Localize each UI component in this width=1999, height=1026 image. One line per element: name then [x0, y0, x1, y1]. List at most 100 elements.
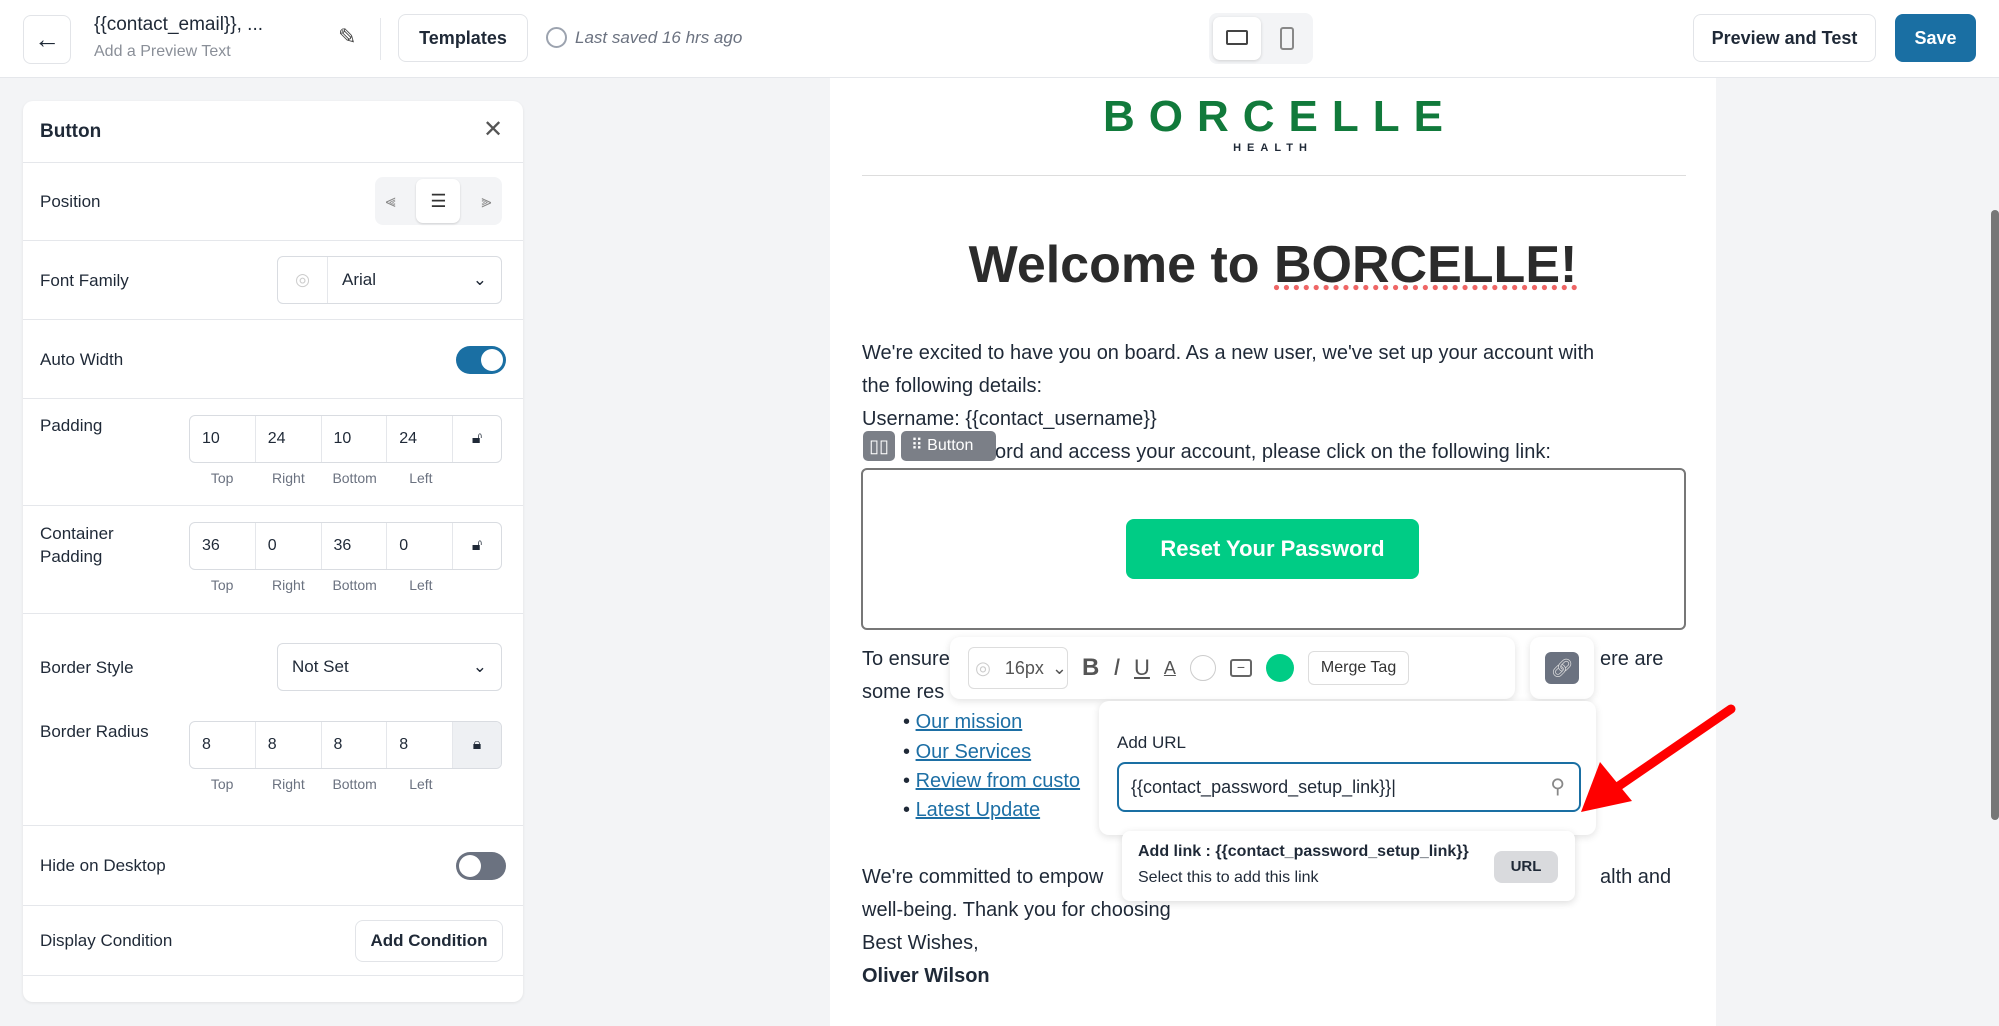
logo-sub: HEALTH: [1233, 142, 1313, 154]
container-top-input[interactable]: 36: [190, 523, 256, 569]
reset-password-button[interactable]: Reset Your Password: [1126, 519, 1419, 579]
auto-width-toggle[interactable]: [456, 346, 506, 374]
column-handle-icon[interactable]: ▯▯: [863, 431, 895, 461]
side-label: Left: [409, 577, 433, 593]
drag-handle-icon: ⠿: [911, 437, 928, 454]
hide-desktop-toggle[interactable]: [456, 852, 506, 880]
button-settings-panel: Button ✕ Position ⫷ ☰ ⫸ Font Family ◎ Ar…: [23, 101, 523, 1002]
side-label: Left: [409, 470, 433, 486]
chevron-down-icon: ⌄: [472, 270, 487, 289]
container-right-input[interactable]: 0: [256, 523, 322, 569]
radius-right-input[interactable]: 8: [256, 722, 322, 768]
align-left-icon[interactable]: ⫷: [385, 191, 395, 212]
merge-tag-button[interactable]: Merge Tag: [1307, 651, 1410, 685]
padding-top-input[interactable]: 10: [190, 416, 256, 462]
body-text: Username: {{contact_username}}: [862, 408, 1157, 430]
button-block[interactable]: Reset Your Password: [861, 468, 1686, 630]
arrow-left-icon: ←: [34, 24, 60, 54]
email-heading: Welcome to BORCELLE!: [968, 236, 1578, 294]
side-label: Top: [210, 470, 234, 486]
email-subject[interactable]: {{contact_email}}, ...: [94, 14, 263, 36]
background-icon[interactable]: −: [1229, 659, 1252, 677]
side-label: Right: [272, 577, 305, 593]
padding-inputs: 10 24 10 24 🔓︎: [189, 415, 502, 463]
side-label: Bottom: [332, 577, 377, 593]
link-icon: 🔗︎: [1545, 652, 1579, 684]
radius-bottom-input[interactable]: 8: [322, 722, 388, 768]
container-padding-inputs: 36 0 36 0 🔓︎: [189, 522, 502, 570]
preview-text[interactable]: Add a Preview Text: [94, 43, 231, 61]
last-saved: Last saved 16 hrs ago: [575, 28, 743, 47]
lock-icon[interactable]: 🔓︎: [453, 416, 501, 462]
side-label: Right: [272, 776, 305, 792]
search-icon: ⚲: [1550, 776, 1565, 798]
mobile-view-button[interactable]: [1265, 17, 1309, 60]
padding-left-input[interactable]: 24: [387, 416, 453, 462]
radius-top-input[interactable]: 8: [190, 722, 256, 768]
desktop-view-button[interactable]: [1213, 17, 1261, 60]
bold-icon[interactable]: B: [1082, 654, 1099, 682]
lock-icon[interactable]: 🔓︎: [453, 523, 501, 569]
background-color-swatch[interactable]: [1265, 654, 1294, 682]
suggestion-title: Add link : {{contact_password_setup_link…: [1138, 843, 1469, 860]
container-padding-label: Container Padding: [40, 524, 114, 566]
logo: BORCELLE: [1103, 92, 1457, 141]
container-left-input[interactable]: 0: [387, 523, 453, 569]
padding-bottom-input[interactable]: 10: [322, 416, 388, 462]
body-text: Best Wishes,: [862, 932, 979, 954]
border-style-value: Not Set: [292, 657, 349, 676]
underline-icon[interactable]: U: [1134, 655, 1150, 681]
font-size-select[interactable]: ◎ 16px ⌄: [968, 647, 1068, 689]
link-suggestion[interactable]: Add link : {{contact_password_setup_link…: [1122, 831, 1575, 901]
border-radius-inputs: 8 8 8 8 🔒︎: [189, 721, 502, 769]
body-text: We're committed to empow: [862, 866, 1104, 888]
text-toolbar: ◎ 16px ⌄ B I U A − Merge Tag: [950, 637, 1515, 699]
italic-icon[interactable]: I: [1113, 654, 1120, 682]
url-input[interactable]: {{contact_password_setup_link}}| ⚲: [1117, 762, 1581, 812]
align-right-icon[interactable]: ⫸: [481, 191, 491, 212]
templates-button[interactable]: Templates: [398, 14, 528, 62]
suggestion-subtitle: Select this to add this link: [1138, 869, 1319, 886]
device-toggle: [1209, 13, 1313, 64]
save-button[interactable]: Save: [1895, 14, 1976, 62]
divider: [380, 18, 381, 60]
padding-label: Padding: [40, 416, 103, 435]
add-condition-button[interactable]: Add Condition: [355, 920, 503, 962]
side-label: Right: [272, 470, 305, 486]
font-family-select[interactable]: ◎ Arial ⌄: [277, 256, 502, 304]
position-group: ⫷ ☰ ⫸: [375, 177, 502, 225]
body-text: We're excited to have you on board. As a…: [862, 342, 1595, 364]
link-button[interactable]: 🔗︎: [1530, 637, 1594, 699]
align-center-icon[interactable]: ☰: [416, 179, 461, 223]
side-label: Top: [210, 577, 234, 593]
body-text: some res: [862, 681, 945, 703]
lock-icon[interactable]: 🔒︎: [453, 722, 501, 768]
body-text: ere are: [1600, 648, 1664, 670]
font-family-label: Font Family: [40, 271, 129, 290]
bullet-item[interactable]: • Latest Update: [903, 799, 1040, 822]
radius-left-input[interactable]: 8: [387, 722, 453, 768]
scrollbar[interactable]: [1991, 210, 1999, 820]
bullet-item[interactable]: • Our mission: [903, 711, 1022, 734]
border-radius-label: Border Radius: [40, 722, 149, 741]
panel-title: Button: [40, 121, 102, 142]
bullet-item[interactable]: • Our Services: [903, 741, 1031, 764]
back-button[interactable]: ←: [23, 15, 71, 64]
url-badge: URL: [1494, 851, 1558, 883]
preview-test-button[interactable]: Preview and Test: [1693, 14, 1876, 62]
signature: Oliver Wilson: [862, 965, 990, 987]
body-text: To ensure: [862, 648, 950, 670]
red-arrow-annotation: [1581, 704, 1736, 812]
side-label: Top: [210, 776, 234, 792]
text-color-swatch[interactable]: [1189, 655, 1216, 681]
padding-right-input[interactable]: 24: [256, 416, 322, 462]
add-url-label: Add URL: [1117, 733, 1186, 752]
border-style-select[interactable]: Not Set ⌄: [277, 643, 502, 691]
text-color-icon[interactable]: A: [1164, 658, 1176, 679]
globe-icon: ◎: [975, 657, 991, 678]
pencil-icon[interactable]: ✎: [338, 24, 356, 50]
container-bottom-input[interactable]: 36: [322, 523, 388, 569]
bullet-item[interactable]: • Review from custo: [903, 770, 1080, 793]
button-block-tag[interactable]: ⠿ Button: [901, 431, 996, 461]
close-icon[interactable]: ✕: [483, 115, 503, 144]
